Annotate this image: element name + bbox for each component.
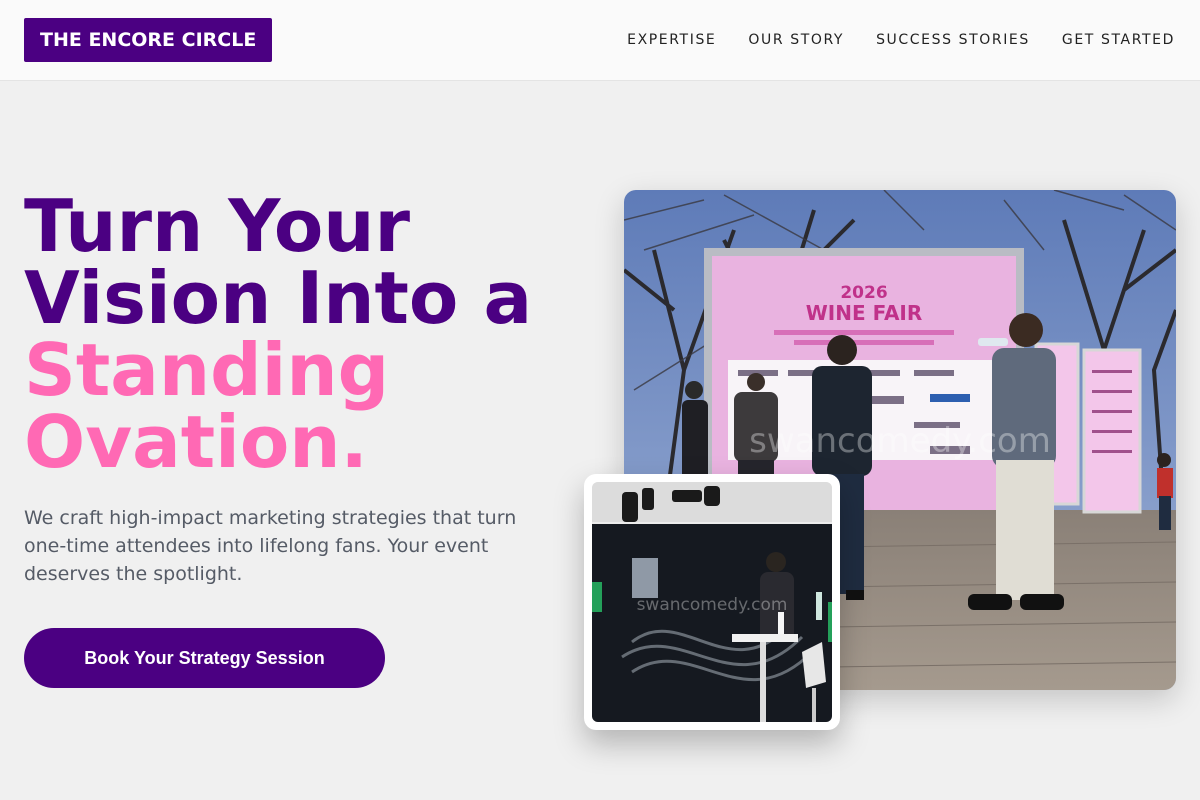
banner-year: 2026: [840, 283, 887, 303]
nav-link-expertise[interactable]: EXPERTISE: [627, 31, 716, 49]
banner-title: WINE FAIR: [806, 301, 923, 325]
hero-description: We craft high-impact marketing strategie…: [24, 507, 517, 585]
stage-photo: swancomedy.com: [592, 482, 832, 722]
hero-title-line-2: Vision Into a: [24, 256, 533, 340]
nav-link-our-story[interactable]: OUR STORY: [748, 31, 844, 49]
inset-photo-watermark: swancomedy.com: [637, 595, 788, 615]
inset-photo-frame: swancomedy.com: [584, 474, 840, 730]
brand-logo[interactable]: THE ENCORE CIRCLE: [24, 18, 273, 62]
hero-title-accent-1: Standing: [24, 328, 390, 412]
site-header: THE ENCORE CIRCLE EXPERTISE OUR STORY SU…: [0, 0, 1200, 81]
hero-title-line-1: Turn Your: [24, 184, 411, 268]
nav-link-get-started[interactable]: GET STARTED: [1062, 31, 1175, 49]
nav-link-success-stories[interactable]: SUCCESS STORIES: [876, 31, 1030, 49]
hero-title: Turn Your Vision Into a Standing Ovation…: [24, 190, 584, 478]
main-photo-watermark: swancomedy.com: [749, 421, 1051, 461]
book-strategy-session-button[interactable]: Book Your Strategy Session: [24, 628, 385, 688]
main-nav: EXPERTISE OUR STORY SUCCESS STORIES GET …: [627, 31, 1175, 49]
hero-title-accent-2: Ovation.: [24, 400, 368, 484]
inset-photo: swancomedy.com: [592, 482, 832, 722]
